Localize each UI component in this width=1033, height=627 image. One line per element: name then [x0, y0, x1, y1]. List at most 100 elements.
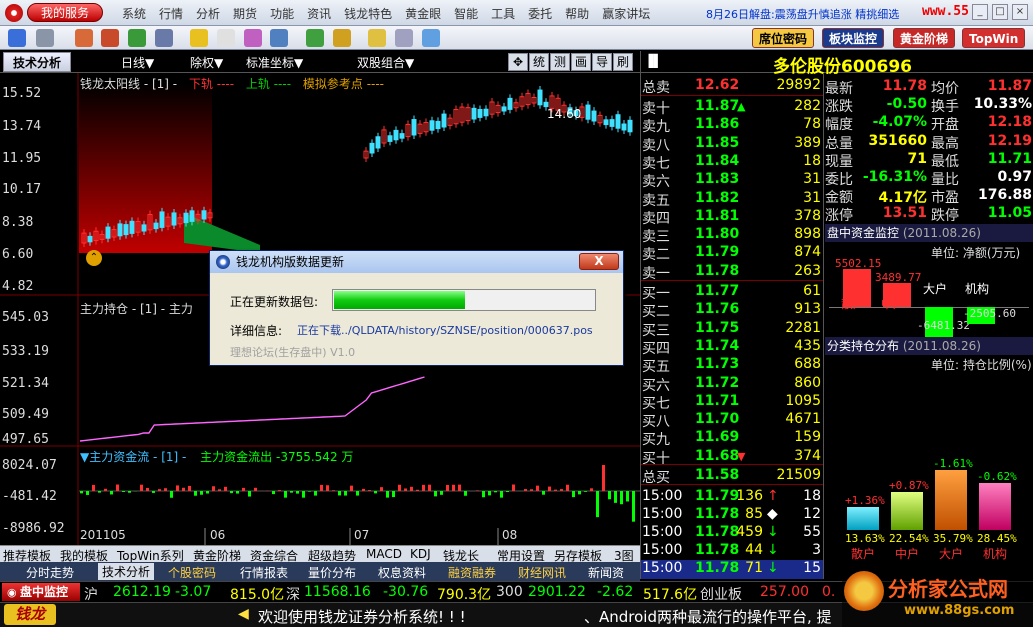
grid-icon[interactable]: [244, 29, 262, 47]
tick-row[interactable]: 15:00 11.78 71 ↓ 15: [641, 560, 823, 579]
view-tab[interactable]: 融资融券: [448, 564, 496, 581]
view-tab[interactable]: 量价分布: [308, 564, 356, 581]
candle-body: [477, 109, 483, 118]
toolbar-button[interactable]: 席位密码: [752, 28, 815, 48]
toolbar-button[interactable]: 板块监控: [822, 28, 885, 48]
chart-tool-button[interactable]: 刷: [613, 53, 633, 71]
menu-item[interactable]: 钱龙特色: [344, 5, 392, 22]
order-row[interactable]: 卖三 11.80 898: [641, 226, 823, 245]
order-row[interactable]: 卖十 11.87 ▲ 282: [641, 98, 823, 117]
chart-dropdown[interactable]: 日线▼: [121, 54, 154, 71]
order-row[interactable]: 买四 11.74 435: [641, 338, 823, 357]
order-volume: 21509: [776, 467, 821, 483]
mail-icon[interactable]: [395, 29, 413, 47]
order-row[interactable]: 卖六 11.83 31: [641, 171, 823, 190]
chart-tool-button[interactable]: 导: [592, 53, 612, 71]
menu-item[interactable]: 系统: [122, 5, 146, 22]
tick-row[interactable]: 15:00 11.78 85 ◆ 12: [641, 506, 823, 525]
flow-bar: [464, 491, 467, 496]
menu-item[interactable]: 赢家讲坛: [602, 5, 650, 22]
template-tab[interactable]: KDJ: [410, 547, 431, 561]
tag-icon[interactable]: [217, 29, 235, 47]
order-row[interactable]: 卖八 11.85 389: [641, 135, 823, 154]
menu-item[interactable]: 委托: [528, 5, 552, 22]
dialog-titlebar[interactable]: 钱龙机构版数据更新: [210, 251, 623, 273]
tick-row[interactable]: 15:00 11.78 459 ↓ 55: [641, 524, 823, 543]
order-row[interactable]: 买七 11.71 1095: [641, 393, 823, 412]
maximize-button[interactable]: □: [992, 4, 1008, 20]
chart-tool-button[interactable]: 统: [529, 53, 549, 71]
dialog-close-button[interactable]: X: [579, 253, 619, 270]
order-row[interactable]: 买三 11.75 2281: [641, 320, 823, 339]
tick-count: 55: [803, 524, 821, 540]
order-row[interactable]: 总买 11.58 21509: [641, 467, 823, 486]
order-row[interactable]: 买六 11.72 860: [641, 375, 823, 394]
tick-row[interactable]: 15:00 11.78 44 ↓ 3: [641, 542, 823, 561]
chart-dropdown[interactable]: 除权▼: [190, 54, 223, 71]
list-icon[interactable]: [155, 29, 173, 47]
menu-item[interactable]: 黄金眼: [405, 5, 441, 22]
my-service-button[interactable]: 我的服务: [27, 3, 103, 22]
view-tab[interactable]: 权息资料: [378, 564, 426, 581]
chart-tool-button[interactable]: 画: [571, 53, 591, 71]
view-tab[interactable]: 分时走势: [26, 564, 74, 581]
candle-body: [591, 110, 597, 122]
phone-icon[interactable]: [368, 29, 386, 47]
close-button[interactable]: ×: [1012, 4, 1028, 20]
back-arrow-icon[interactable]: [8, 29, 26, 47]
menu-item[interactable]: 资讯: [307, 5, 331, 22]
order-row[interactable]: 卖二 11.79 874: [641, 244, 823, 263]
menu-item[interactable]: 行情: [159, 5, 183, 22]
tick-row[interactable]: 15:00 11.79 136 ↑ 18: [641, 488, 823, 507]
view-tab[interactable]: 新闻资: [588, 564, 624, 581]
toolbar-button[interactable]: TopWin: [962, 28, 1026, 48]
chart-tool-button[interactable]: 测: [550, 53, 570, 71]
tick-count: 18: [803, 488, 821, 504]
order-row[interactable]: 卖五 11.82 31: [641, 190, 823, 209]
chart-tool-button[interactable]: ✥: [508, 53, 528, 71]
menu-item[interactable]: 分析: [196, 5, 220, 22]
menu-item[interactable]: 帮助: [565, 5, 589, 22]
tab-technical-analysis[interactable]: 技术分析: [3, 52, 71, 72]
chart-dropdown[interactable]: 双股组合▼: [357, 54, 414, 71]
order-row[interactable]: 买二 11.76 913: [641, 301, 823, 320]
menu-item[interactable]: 工具: [491, 5, 515, 22]
order-row[interactable]: 卖四 11.81 378: [641, 208, 823, 227]
panel-toggle-icon[interactable]: ▐▌: [644, 54, 662, 68]
order-row[interactable]: 买一 11.77 61: [641, 283, 823, 302]
order-row[interactable]: 卖七 11.84 18: [641, 153, 823, 172]
order-row[interactable]: 卖一 11.78 263: [641, 263, 823, 282]
calendar-icon[interactable]: [75, 29, 93, 47]
quote-key: 总量: [825, 135, 853, 152]
news-headline-link[interactable]: 8月26日解盘:震荡盘升慎追涨 精挑细选: [706, 6, 922, 22]
menu-item[interactable]: 期货: [233, 5, 257, 22]
refresh-icon[interactable]: [306, 29, 324, 47]
order-row[interactable]: 买五 11.73 688: [641, 356, 823, 375]
order-row[interactable]: 卖九 11.86 78: [641, 116, 823, 135]
view-tab[interactable]: 个股密码: [168, 564, 216, 581]
star-icon[interactable]: [190, 29, 208, 47]
order-row[interactable]: 总卖 12.62 29892: [641, 77, 823, 96]
minimize-button[interactable]: _: [972, 4, 988, 20]
c300-name: 300: [496, 584, 523, 600]
view-tab[interactable]: 技术分析: [98, 563, 155, 580]
window-icon[interactable]: [270, 29, 288, 47]
print-icon[interactable]: [36, 29, 54, 47]
site-link[interactable]: www.55188.com: [922, 4, 970, 19]
order-row[interactable]: 买九 11.69 159: [641, 429, 823, 448]
table-icon[interactable]: [101, 29, 119, 47]
chat-icon[interactable]: [422, 29, 440, 47]
view-tab[interactable]: 财经网讯: [518, 564, 566, 581]
toolbar-button[interactable]: 黄金阶梯: [893, 28, 956, 48]
template-tab[interactable]: MACD: [366, 547, 402, 561]
bar-chart-icon[interactable]: [128, 29, 146, 47]
order-row[interactable]: 买八 11.70 4671: [641, 411, 823, 430]
plugin-icon[interactable]: [333, 29, 351, 47]
menu-item[interactable]: 功能: [270, 5, 294, 22]
quote-value: 11.05: [987, 205, 1032, 222]
menu-item[interactable]: 智能: [454, 5, 478, 22]
flow-bar: [596, 491, 599, 518]
view-tab[interactable]: 行情报表: [240, 564, 288, 581]
chart-dropdown[interactable]: 标准坐标▼: [246, 54, 303, 71]
scroll-up-icon[interactable]: ⌃: [86, 250, 102, 266]
